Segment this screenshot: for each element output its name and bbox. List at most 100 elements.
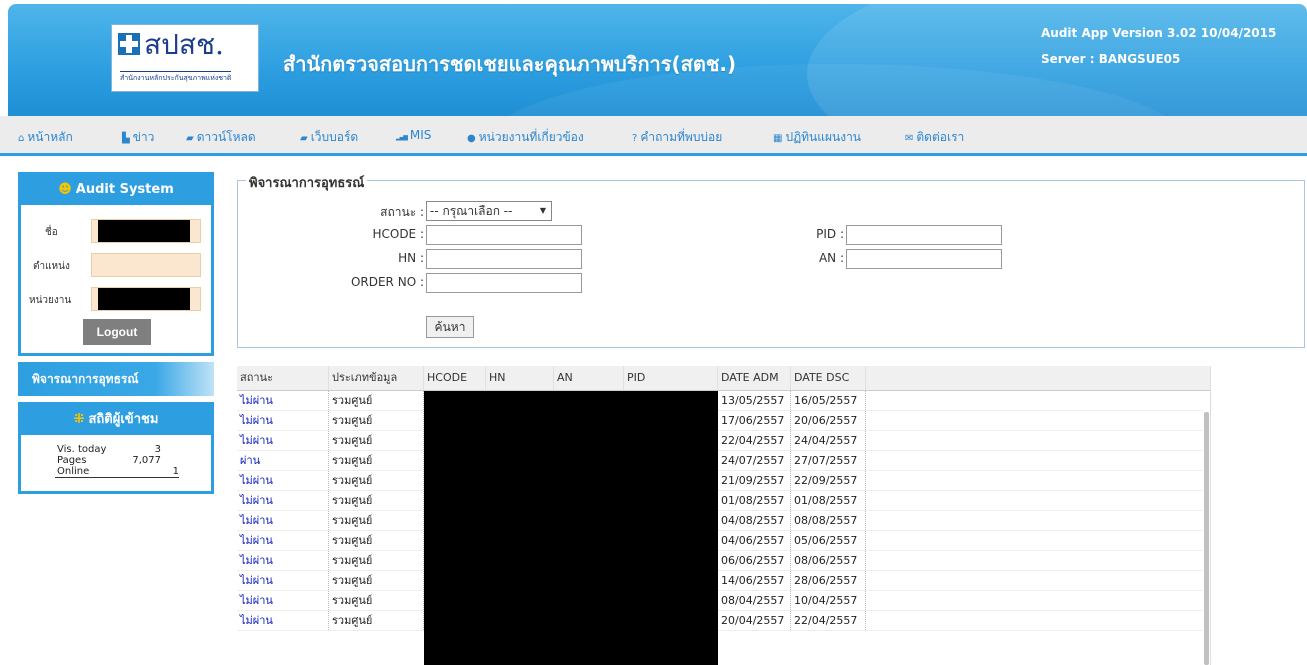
table-row[interactable]: ไม่ผ่าน รวมศูนย์ 06/06/2557 08/06/2557: [237, 551, 1203, 571]
app-version: Audit App Version 3.02 10/04/2015: [1041, 26, 1277, 40]
audit-system-header: ☻ Audit System: [21, 175, 211, 205]
cell-status[interactable]: ไม่ผ่าน: [237, 491, 329, 510]
an-label: AN :: [818, 251, 844, 265]
table-row[interactable]: ไม่ผ่าน รวมศูนย์ 01/08/2557 01/08/2557: [237, 491, 1203, 511]
cell-status[interactable]: ไม่ผ่าน: [237, 471, 329, 490]
cell-status[interactable]: ไม่ผ่าน: [237, 431, 329, 450]
status-label: สถานะ :: [380, 205, 424, 219]
search-button[interactable]: ค้นหา: [426, 316, 474, 338]
cell-data-type: รวมศูนย์: [329, 611, 424, 630]
unit-field: [91, 287, 201, 311]
cell-date-dsc: 01/08/2557: [791, 491, 866, 510]
cell-date-dsc: 27/07/2557: [791, 451, 866, 470]
table-row[interactable]: ไม่ผ่าน รวมศูนย์ 04/06/2557 05/06/2557: [237, 531, 1203, 551]
pid-label: PID :: [816, 227, 844, 241]
table-row[interactable]: ไม่ผ่าน รวมศูนย์ 08/04/2557 10/04/2557: [237, 591, 1203, 611]
table-row[interactable]: ไม่ผ่าน รวมศูนย์ 14/06/2557 28/06/2557: [237, 571, 1203, 591]
nav-calendar[interactable]: ▦ ปฏิทินแผนงาน: [773, 128, 861, 147]
logout-button[interactable]: Logout: [83, 319, 151, 345]
cross-icon: [118, 33, 140, 55]
table-scrollbar[interactable]: [1204, 392, 1210, 665]
cell-status[interactable]: ผ่าน: [237, 451, 329, 470]
nav-webboard[interactable]: ▰ เว็บบอร์ด: [300, 128, 358, 147]
nav-faq[interactable]: ? คำถามที่พบบ่อย: [632, 128, 722, 147]
table-header: สถานะ ประเภทข้อมูล HCODE HN AN PID DATE …: [237, 366, 1210, 391]
visitor-stats-panel: ⁜ สถิติผู้เข้าชม Vis. today 3 Pages 7,077 O…: [18, 402, 214, 494]
document-icon: ▙: [122, 133, 130, 144]
nav-related-agencies[interactable]: ● หน่วยงานที่เกี่ยวข้อง: [467, 128, 584, 147]
chat-icon: ▰: [186, 133, 194, 144]
col-date-adm[interactable]: DATE ADM: [718, 366, 791, 390]
table-row[interactable]: ไม่ผ่าน รวมศูนย์ 17/06/2557 20/06/2557: [237, 411, 1203, 431]
col-status[interactable]: สถานะ: [237, 366, 329, 390]
hn-input[interactable]: [426, 249, 582, 269]
cell-date-dsc: 28/06/2557: [791, 571, 866, 590]
nav-home[interactable]: ⌂ หน้าหลัก: [18, 128, 73, 147]
col-data-type[interactable]: ประเภทข้อมูล: [329, 366, 424, 390]
sidebar-item-appeal-review[interactable]: พิจารณาการอุทธรณ์: [18, 362, 214, 396]
nhso-logo[interactable]: สปสช. สำนักงานหลักประกันสุขภาพแห่งชาติ: [111, 24, 259, 92]
table-row[interactable]: ไม่ผ่าน รวมศูนย์ 21/09/2557 22/09/2557: [237, 471, 1203, 491]
cell-data-type: รวมศูนย์: [329, 551, 424, 570]
cell-data-type: รวมศูนย์: [329, 411, 424, 430]
hcode-label: HCODE :: [372, 227, 424, 241]
site-title: สำนักตรวจสอบการชดเชยและคุณภาพบริการ(สตช.…: [283, 52, 737, 76]
col-hcode[interactable]: HCODE: [424, 366, 486, 390]
name-field: [91, 219, 201, 243]
cell-status[interactable]: ไม่ผ่าน: [237, 391, 329, 410]
order-no-label: ORDER NO :: [350, 275, 424, 289]
order-no-input[interactable]: [426, 273, 582, 293]
question-icon: ?: [632, 133, 638, 144]
table-row[interactable]: ไม่ผ่าน รวมศูนย์ 20/04/2557 22/04/2557: [237, 611, 1203, 631]
results-table: สถานะ ประเภทข้อมูล HCODE HN AN PID DATE …: [237, 366, 1211, 665]
col-date-dsc[interactable]: DATE DSC: [791, 366, 866, 390]
nav-contact[interactable]: ✉ ติดต่อเรา: [905, 128, 964, 147]
cell-data-type: รวมศูนย์: [329, 391, 424, 410]
cell-status[interactable]: ไม่ผ่าน: [237, 591, 329, 610]
logo-subtitle: สำนักงานหลักประกันสุขภาพแห่งชาติ: [120, 71, 232, 84]
table-row[interactable]: ผ่าน รวมศูนย์ 24/07/2557 27/07/2557: [237, 451, 1203, 471]
visitor-stats-header: ⁜ สถิติผู้เข้าชม: [21, 405, 211, 435]
form-legend: พิจารณาการอุทธรณ์: [246, 172, 368, 193]
cell-date-adm: 24/07/2557: [718, 451, 791, 470]
home-icon: ⌂: [18, 133, 25, 144]
cell-status[interactable]: ไม่ผ่าน: [237, 531, 329, 550]
nav-news[interactable]: ▙ ข่าว: [122, 128, 154, 147]
table-row[interactable]: ไม่ผ่าน รวมศูนย์ 04/08/2557 08/08/2557: [237, 511, 1203, 531]
table-row[interactable]: ไม่ผ่าน รวมศูนย์ 13/05/2557 16/05/2557: [237, 391, 1203, 411]
col-an[interactable]: AN: [554, 366, 624, 390]
comment-icon: ▰: [300, 133, 308, 144]
scrollbar-thumb[interactable]: [1204, 412, 1209, 665]
cell-status[interactable]: ไม่ผ่าน: [237, 551, 329, 570]
table-row[interactable]: ไม่ผ่าน รวมศูนย์ 22/04/2557 24/04/2557: [237, 431, 1203, 451]
nav-mis[interactable]: ▂▄▆ MIS: [396, 128, 431, 142]
logo-text: สปสช.: [144, 28, 224, 61]
cell-data-type: รวมศูนย์: [329, 491, 424, 510]
cell-date-adm: 04/08/2557: [718, 511, 791, 530]
cell-date-dsc: 24/04/2557: [791, 431, 866, 450]
stat-row: Online 1: [55, 466, 179, 478]
chevron-down-icon: ▼: [539, 206, 546, 215]
pid-input[interactable]: [846, 225, 1002, 245]
hn-label: HN :: [398, 251, 424, 265]
cell-data-type: รวมศูนย์: [329, 571, 424, 590]
cell-status[interactable]: ไม่ผ่าน: [237, 611, 329, 630]
stat-row: Pages 7,077: [57, 455, 161, 466]
unit-label: หน่วยงาน: [29, 295, 72, 306]
col-pid[interactable]: PID: [624, 366, 718, 390]
cell-date-adm: 22/04/2557: [718, 431, 791, 450]
hcode-input[interactable]: [426, 225, 582, 245]
cell-status[interactable]: ไม่ผ่าน: [237, 571, 329, 590]
position-field: [91, 253, 201, 277]
cell-status[interactable]: ไม่ผ่าน: [237, 511, 329, 530]
cell-data-type: รวมศูนย์: [329, 451, 424, 470]
cell-status[interactable]: ไม่ผ่าน: [237, 411, 329, 430]
an-input[interactable]: [846, 249, 1002, 269]
nav-download[interactable]: ▰ ดาวน์โหลด: [186, 128, 256, 147]
col-hn[interactable]: HN: [486, 366, 554, 390]
cell-data-type: รวมศูนย์: [329, 531, 424, 550]
cell-date-adm: 13/05/2557: [718, 391, 791, 410]
status-select[interactable]: -- กรุณาเลือก -- ▼: [426, 201, 552, 221]
cell-data-type: รวมศูนย์: [329, 471, 424, 490]
audit-system-panel: ☻ Audit System ชื่อ ตำแหน่ง หน่วยงาน Logo…: [18, 172, 214, 356]
